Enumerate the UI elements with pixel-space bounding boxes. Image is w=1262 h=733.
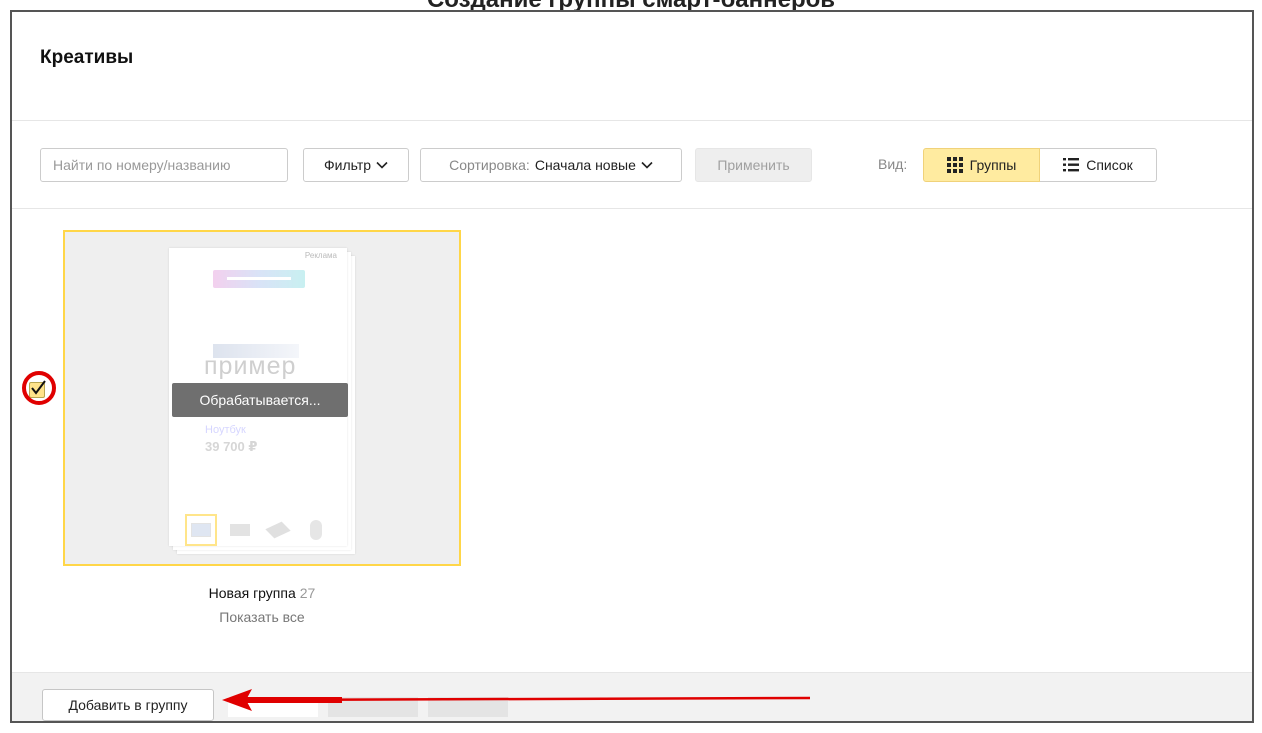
group-name[interactable]: Новая группа 27 <box>12 585 512 601</box>
toolbar: Фильтр Сортировка: Сначала новые Примени… <box>12 120 1252 209</box>
creatives-dialog: Креативы Фильтр Сортировка: Сначала новы… <box>10 10 1254 723</box>
preview-word: пример <box>204 352 297 380</box>
preview-thumbnails <box>185 514 331 546</box>
group-title: Новая группа <box>208 585 296 601</box>
sort-prefix: Сортировка: <box>449 157 530 173</box>
sort-value: Сначала новые <box>534 157 636 173</box>
group-count: 27 <box>299 585 316 601</box>
view-list-label: Список <box>1086 157 1133 173</box>
view-groups-button[interactable]: Группы <box>923 148 1040 182</box>
ad-label: Реклама <box>304 251 337 260</box>
groups-grid: Реклама пример Ноутбук 39 700 ₽ Обрабаты… <box>12 209 1252 673</box>
mouse-icon <box>301 517 331 543</box>
annotation-circle <box>22 371 56 405</box>
search-input[interactable] <box>40 148 288 182</box>
annotation-arrow <box>222 689 811 711</box>
preview-product-name: Ноутбук <box>205 424 246 436</box>
preview-price: 39 700 ₽ <box>205 439 258 454</box>
grid-icon <box>946 157 963 173</box>
chevron-down-icon <box>641 161 653 169</box>
view-groups-label: Группы <box>969 157 1017 173</box>
chevron-down-icon <box>376 161 388 169</box>
dialog-title: Креативы <box>40 47 134 68</box>
group-card[interactable]: Реклама пример Ноутбук 39 700 ₽ Обрабаты… <box>63 230 461 566</box>
apply-button[interactable]: Применить <box>695 148 812 182</box>
laptop-icon <box>185 514 217 546</box>
filter-label: Фильтр <box>323 157 372 173</box>
dialog-footer: Добавить в группу <box>12 672 1252 721</box>
filter-button[interactable]: Фильтр <box>303 148 409 182</box>
view-list-button[interactable]: Список <box>1040 148 1157 182</box>
preview-banner-bar <box>213 270 305 288</box>
tablet-icon <box>263 517 293 543</box>
sort-button[interactable]: Сортировка: Сначала новые <box>420 148 682 182</box>
add-to-group-button[interactable]: Добавить в группу <box>42 689 214 721</box>
view-label: Вид: <box>878 156 908 172</box>
laptop-icon <box>225 517 255 543</box>
processing-status: Обрабатывается... <box>172 383 348 417</box>
dialog-header: Креативы <box>12 12 1252 121</box>
list-icon <box>1063 158 1080 172</box>
show-all-link[interactable]: Показать все <box>12 609 512 625</box>
view-toggle: Группы Список <box>923 148 1157 182</box>
